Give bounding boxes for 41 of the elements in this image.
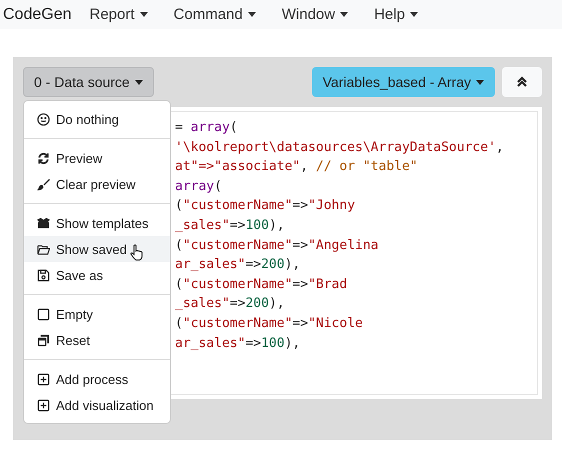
brand-title[interactable]: CodeGen <box>3 6 72 24</box>
hand-cursor-icon <box>130 244 144 260</box>
menu-item[interactable]: Save as <box>24 262 170 288</box>
code-line: ("customerName"=>"Nicole <box>175 314 364 333</box>
code-line: _sales"=>100), <box>175 216 286 235</box>
square-icon <box>37 308 50 320</box>
code-line: at"=>"associate", // or "table" <box>175 158 419 176</box>
variables-dropdown[interactable]: Variables_based - Array <box>312 67 495 97</box>
code-line: _sales"=>200), <box>175 295 286 314</box>
code-line: = array( <box>175 119 239 137</box>
nav-menu[interactable]: Command <box>174 6 256 23</box>
menu-item[interactable]: Add visualization <box>24 392 170 418</box>
menu-item[interactable]: Show templates <box>24 210 170 236</box>
menu-item[interactable]: Clear preview <box>24 171 170 197</box>
collapse-button[interactable] <box>502 67 542 97</box>
menu-item[interactable]: Preview <box>24 145 170 171</box>
menu-item[interactable]: Do nothing <box>24 106 170 132</box>
code-line: ar_sales"=>100), <box>175 334 302 353</box>
code-line: ("customerName"=>"Johny <box>175 197 356 216</box>
code-line: ar_sales"=>200), <box>175 256 302 274</box>
code-line: ("customerName"=>"Angelina <box>175 236 380 255</box>
nav-menu[interactable]: Help <box>374 6 418 23</box>
code-line: '\koolreport\datasources\ArrayDataSource', <box>175 138 505 157</box>
windows-icon <box>37 334 50 346</box>
code-line: array( <box>175 178 223 196</box>
folder-icon <box>37 242 50 256</box>
menu-item[interactable]: Empty <box>24 301 170 327</box>
nav-menu[interactable]: Report <box>90 6 148 23</box>
double-chevron-icon <box>516 76 528 88</box>
code-line: ("customerName"=>"Brad <box>175 276 348 294</box>
plus-square-icon <box>37 372 50 386</box>
menu-item[interactable]: Add process <box>24 366 170 392</box>
menu-item[interactable]: Show saved <box>24 236 170 262</box>
data-source-dropdown[interactable]: 0 - Data source <box>23 67 154 97</box>
brush-icon <box>37 178 50 190</box>
plus-square-icon <box>37 398 50 412</box>
box-icon <box>37 216 50 230</box>
smiley-icon <box>37 112 50 126</box>
refresh-icon <box>37 152 50 164</box>
nav-menu[interactable]: Window <box>282 6 348 23</box>
menu-item[interactable]: Reset <box>24 327 170 353</box>
